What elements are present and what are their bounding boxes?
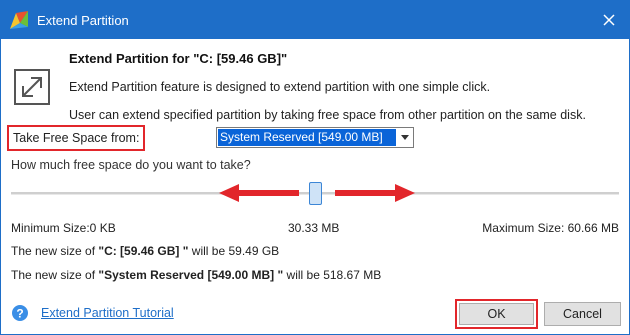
new-size-c-suffix: will be 59.49 GB — [188, 244, 280, 258]
title-bar: Extend Partition — [1, 1, 629, 39]
tutorial-link[interactable]: Extend Partition Tutorial — [41, 306, 174, 320]
new-size-c: The new size of "C: [59.46 GB] " will be… — [11, 244, 279, 258]
chevron-down-icon — [401, 135, 409, 140]
maximum-size-label: Maximum Size: 60.66 MB — [482, 221, 619, 235]
new-size-c-prefix: The new size of — [11, 244, 99, 258]
new-size-sr-name: "System Reserved [549.00 MB] " — [98, 268, 284, 282]
help-icon[interactable]: ? — [11, 304, 29, 322]
usage-description: User can extend specified partition by t… — [69, 108, 586, 122]
extend-partition-icon — [14, 69, 50, 105]
window-title: Extend Partition — [37, 13, 129, 28]
take-free-space-label: Take Free Space from: — [7, 125, 146, 151]
selected-partition: System Reserved [549.00 MB] — [218, 129, 396, 146]
cancel-button-label: Cancel — [563, 307, 602, 321]
minimum-size-label: Minimum Size:0 KB — [11, 221, 116, 235]
close-button[interactable] — [589, 1, 629, 39]
dialog-body: Extend Partition for "C: [59.46 GB]" Ext… — [1, 39, 629, 334]
selected-size-label: 30.33 MB — [288, 221, 340, 235]
extend-partition-dialog: Extend Partition Extend Partition for "C… — [0, 0, 630, 335]
space-question: How much free space do you want to take? — [11, 158, 251, 172]
new-size-system-reserved: The new size of "System Reserved [549.00… — [11, 268, 381, 282]
slider-thumb[interactable] — [309, 182, 322, 205]
dropdown-arrow[interactable] — [397, 128, 413, 147]
source-partition-select[interactable]: System Reserved [549.00 MB] — [216, 127, 414, 148]
new-size-sr-suffix: will be 518.67 MB — [283, 268, 382, 282]
page-title: Extend Partition for "C: [59.46 GB]" — [69, 51, 288, 66]
app-logo-icon — [8, 9, 30, 31]
close-icon — [603, 14, 615, 26]
feature-description: Extend Partition feature is designed to … — [69, 80, 491, 94]
ok-button-label: OK — [487, 307, 506, 321]
new-size-c-name: "C: [59.46 GB] " — [98, 244, 189, 258]
ok-button[interactable]: OK — [459, 303, 534, 325]
new-size-sr-prefix: The new size of — [11, 268, 99, 282]
take-free-space-text: Take Free Space from: — [13, 131, 140, 145]
svg-text:?: ? — [16, 307, 23, 321]
cancel-button[interactable]: Cancel — [544, 302, 621, 326]
